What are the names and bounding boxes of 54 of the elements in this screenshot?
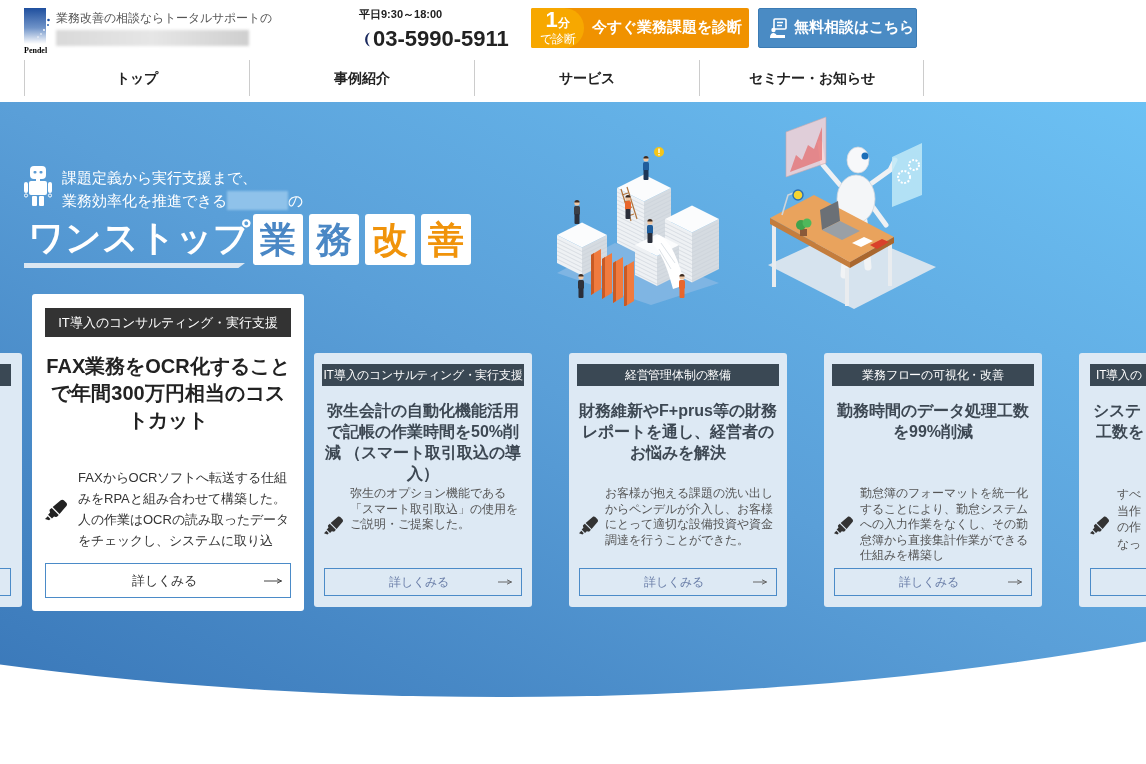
intro-text: 業務効率化を推進できる [62,191,227,211]
headline-tile: 善 [421,214,471,265]
marker-icon [834,515,853,535]
headline-tile: 改 [365,214,415,265]
logo-icon [24,8,50,44]
card-description: お客様が抱える課題の洗い出しからペンデルが介入し、お客様にとって適切な設備投資や資金調達を行うことができた。 [605,486,774,548]
headline-tile: 務 [309,214,359,265]
details-button[interactable]: 詳しくみる [324,568,522,596]
marker-icon [324,515,343,535]
category-tag: 経営管理体制の整備 [577,364,779,386]
category-tag: 業務フローの可視化・改善 [832,364,1034,386]
card-title: FAX業務をOCR化することで年間300万円相当のコストカット [45,354,291,433]
category-tag: IT導入のコンサルティング・実行支援 [45,308,291,337]
card-title: 財務維新やF+prus等の財務レポートを通し、経営者のお悩みを解決 [579,401,777,463]
phone-number[interactable]: 03-5990-5911 [373,27,509,51]
marker-icon [579,515,598,535]
intro-text: 課題定義から実行支援まで、 [62,168,257,188]
category-tag: IT導入の [1090,364,1146,386]
headline-tile: 業 [253,214,303,265]
document-person-icon [770,18,787,38]
card-description: FAXからOCRソフトへ転送する仕組みをRPAと組み合わせて構築した。人の作業はOCRの読み取ったデータをチェックし、システムに取り込 [78,469,290,550]
intro-text: の [288,191,303,211]
blurred-name-placeholder [227,191,288,210]
category-tag [0,364,11,386]
arrow-right-icon [264,577,282,584]
details-button[interactable]: 詳しくみる [45,563,291,598]
category-tag: IT導入のコンサルティング・実行支援 [322,364,524,386]
nav-link[interactable]: 事例紹介 [249,60,474,96]
nav-link[interactable]: トップ [24,60,249,96]
details-button[interactable] [1090,568,1146,596]
card-title: 弥生会計の自動化機能活用で記帳の作業時間を50%削減 （スマート取引取込の導入） [324,401,522,484]
free-consultation-button[interactable]: 無料相談はこちら [758,8,917,48]
details-button[interactable]: 詳しくみる [579,568,777,596]
card-title: 勤務時間のデータ処理工数を99%削減 [836,401,1030,442]
card-description: すべ 当作 の作 なっ [1117,486,1141,552]
robot-icon [24,166,52,206]
card-description: 勤怠簿のフォーマットを統一化することにより、勤怠システムへの入力作業をなくし、その勤怠簿から直接集計作業ができる仕組みを構築し [860,486,1029,564]
nav-link[interactable]: セミナー・お知らせ [699,60,924,96]
details-button[interactable]: 詳しくみる [834,568,1032,596]
time-badge: 1分 で診断 [531,8,584,48]
headline-text: ワンストップ [27,216,250,260]
marker-icon [1090,515,1109,535]
nav-link[interactable]: サービス [474,60,699,96]
arrow-right-icon [753,579,767,585]
card-title: システ 工数を [1092,401,1145,442]
logo-wordmark: Pendel [24,47,48,55]
phone-icon [362,31,371,47]
arrow-right-icon [498,579,512,585]
marker-icon [45,499,67,521]
business-hours: 平日9:30～18:00 [359,8,443,21]
details-button[interactable] [0,568,11,596]
logo-tagline: 業務改善の相談ならトータルサポートの [56,11,272,25]
arrow-right-icon [1008,579,1022,585]
card-description: 弥生のオプション機能である「スマート取引取込」の使用をご説明・ご提案した。 [350,486,519,533]
